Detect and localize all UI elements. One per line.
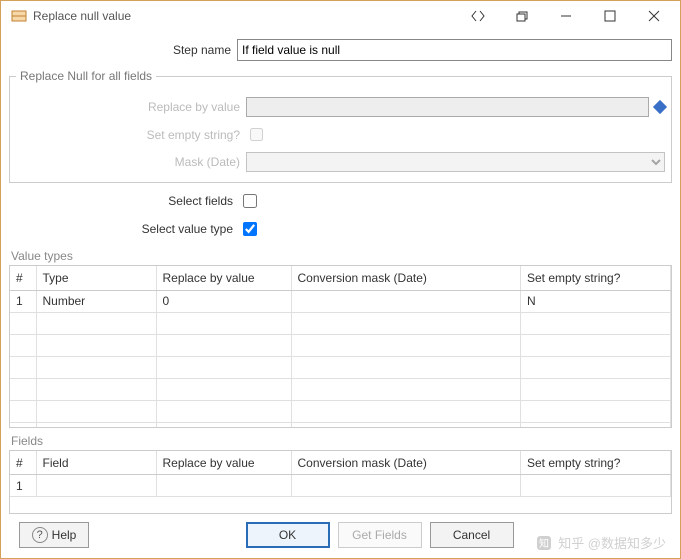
table-row[interactable] bbox=[10, 312, 671, 334]
table-row[interactable] bbox=[10, 334, 671, 356]
set-empty-checkbox bbox=[250, 128, 263, 141]
col-mask: Conversion mask (Date) bbox=[291, 451, 521, 475]
titlebar: Replace null value bbox=[1, 1, 680, 31]
dialog-window: Replace null value Step name Replace Nul… bbox=[0, 0, 681, 559]
select-value-type-row: Select value type bbox=[9, 219, 672, 239]
cell-mask[interactable] bbox=[291, 475, 521, 497]
restore-down-icon[interactable] bbox=[500, 2, 544, 30]
fields-table[interactable]: # Field Replace by value Conversion mask… bbox=[10, 451, 671, 498]
replace-by-value-input bbox=[246, 97, 649, 117]
maximize-button[interactable] bbox=[588, 2, 632, 30]
select-value-type-checkbox[interactable] bbox=[243, 222, 257, 236]
cell-mask[interactable] bbox=[291, 290, 521, 312]
col-field: Field bbox=[36, 451, 156, 475]
col-empty: Set empty string? bbox=[521, 266, 671, 290]
select-fields-label: Select fields bbox=[9, 194, 239, 208]
fields-label: Fields bbox=[11, 434, 670, 448]
window-title: Replace null value bbox=[33, 9, 131, 23]
cell-replace[interactable] bbox=[156, 475, 291, 497]
table-row[interactable] bbox=[10, 378, 671, 400]
app-icon bbox=[11, 8, 27, 24]
col-num: # bbox=[10, 451, 36, 475]
close-button[interactable] bbox=[632, 2, 676, 30]
col-empty: Set empty string? bbox=[521, 451, 671, 475]
replace-by-value-label: Replace by value bbox=[16, 100, 246, 114]
cell-num: 1 bbox=[10, 475, 36, 497]
table-header-row: # Type Replace by value Conversion mask … bbox=[10, 266, 671, 290]
table-header-row: # Field Replace by value Conversion mask… bbox=[10, 451, 671, 475]
mask-label: Mask (Date) bbox=[16, 155, 246, 169]
step-name-row: Step name bbox=[9, 39, 672, 61]
help-label: Help bbox=[52, 528, 77, 542]
step-name-label: Step name bbox=[9, 43, 237, 57]
cancel-button[interactable]: Cancel bbox=[430, 522, 514, 548]
variable-picker-icon[interactable] bbox=[653, 100, 667, 114]
col-replace: Replace by value bbox=[156, 451, 291, 475]
dialog-content: Step name Replace Null for all fields Re… bbox=[1, 31, 680, 558]
table-row[interactable] bbox=[10, 422, 671, 428]
help-button[interactable]: ? Help bbox=[19, 522, 89, 548]
button-bar: ? Help OK Get Fields Cancel bbox=[9, 514, 672, 552]
table-row[interactable]: 1 Number 0 N bbox=[10, 290, 671, 312]
cell-empty[interactable] bbox=[521, 475, 671, 497]
cell-replace[interactable]: 0 bbox=[156, 290, 291, 312]
col-mask: Conversion mask (Date) bbox=[291, 266, 521, 290]
col-replace: Replace by value bbox=[156, 266, 291, 290]
table-row[interactable] bbox=[10, 400, 671, 422]
ok-button[interactable]: OK bbox=[246, 522, 330, 548]
step-name-input[interactable] bbox=[237, 39, 672, 61]
mask-select bbox=[246, 152, 665, 172]
replace-null-all-group: Replace Null for all fields Replace by v… bbox=[9, 69, 672, 183]
fields-table-wrap: # Field Replace by value Conversion mask… bbox=[9, 450, 672, 514]
mask-row: Mask (Date) bbox=[16, 152, 665, 172]
select-value-type-label: Select value type bbox=[9, 222, 239, 236]
replace-by-value-row: Replace by value bbox=[16, 97, 665, 117]
col-num: # bbox=[10, 266, 36, 290]
help-icon: ? bbox=[32, 527, 48, 543]
group-legend: Replace Null for all fields bbox=[16, 69, 156, 83]
value-types-table[interactable]: # Type Replace by value Conversion mask … bbox=[10, 266, 671, 428]
set-empty-row: Set empty string? bbox=[16, 125, 665, 144]
value-types-label: Value types bbox=[11, 249, 670, 263]
nav-back-forward-icon[interactable] bbox=[456, 2, 500, 30]
value-types-table-wrap: # Type Replace by value Conversion mask … bbox=[9, 265, 672, 428]
minimize-button[interactable] bbox=[544, 2, 588, 30]
table-row[interactable] bbox=[10, 356, 671, 378]
cell-field[interactable] bbox=[36, 475, 156, 497]
table-row[interactable]: 1 bbox=[10, 475, 671, 497]
cell-num: 1 bbox=[10, 290, 36, 312]
set-empty-label: Set empty string? bbox=[16, 128, 246, 142]
get-fields-button: Get Fields bbox=[338, 522, 422, 548]
cell-type[interactable]: Number bbox=[36, 290, 156, 312]
cell-empty[interactable]: N bbox=[521, 290, 671, 312]
select-fields-checkbox[interactable] bbox=[243, 194, 257, 208]
col-type: Type bbox=[36, 266, 156, 290]
select-fields-row: Select fields bbox=[9, 191, 672, 211]
